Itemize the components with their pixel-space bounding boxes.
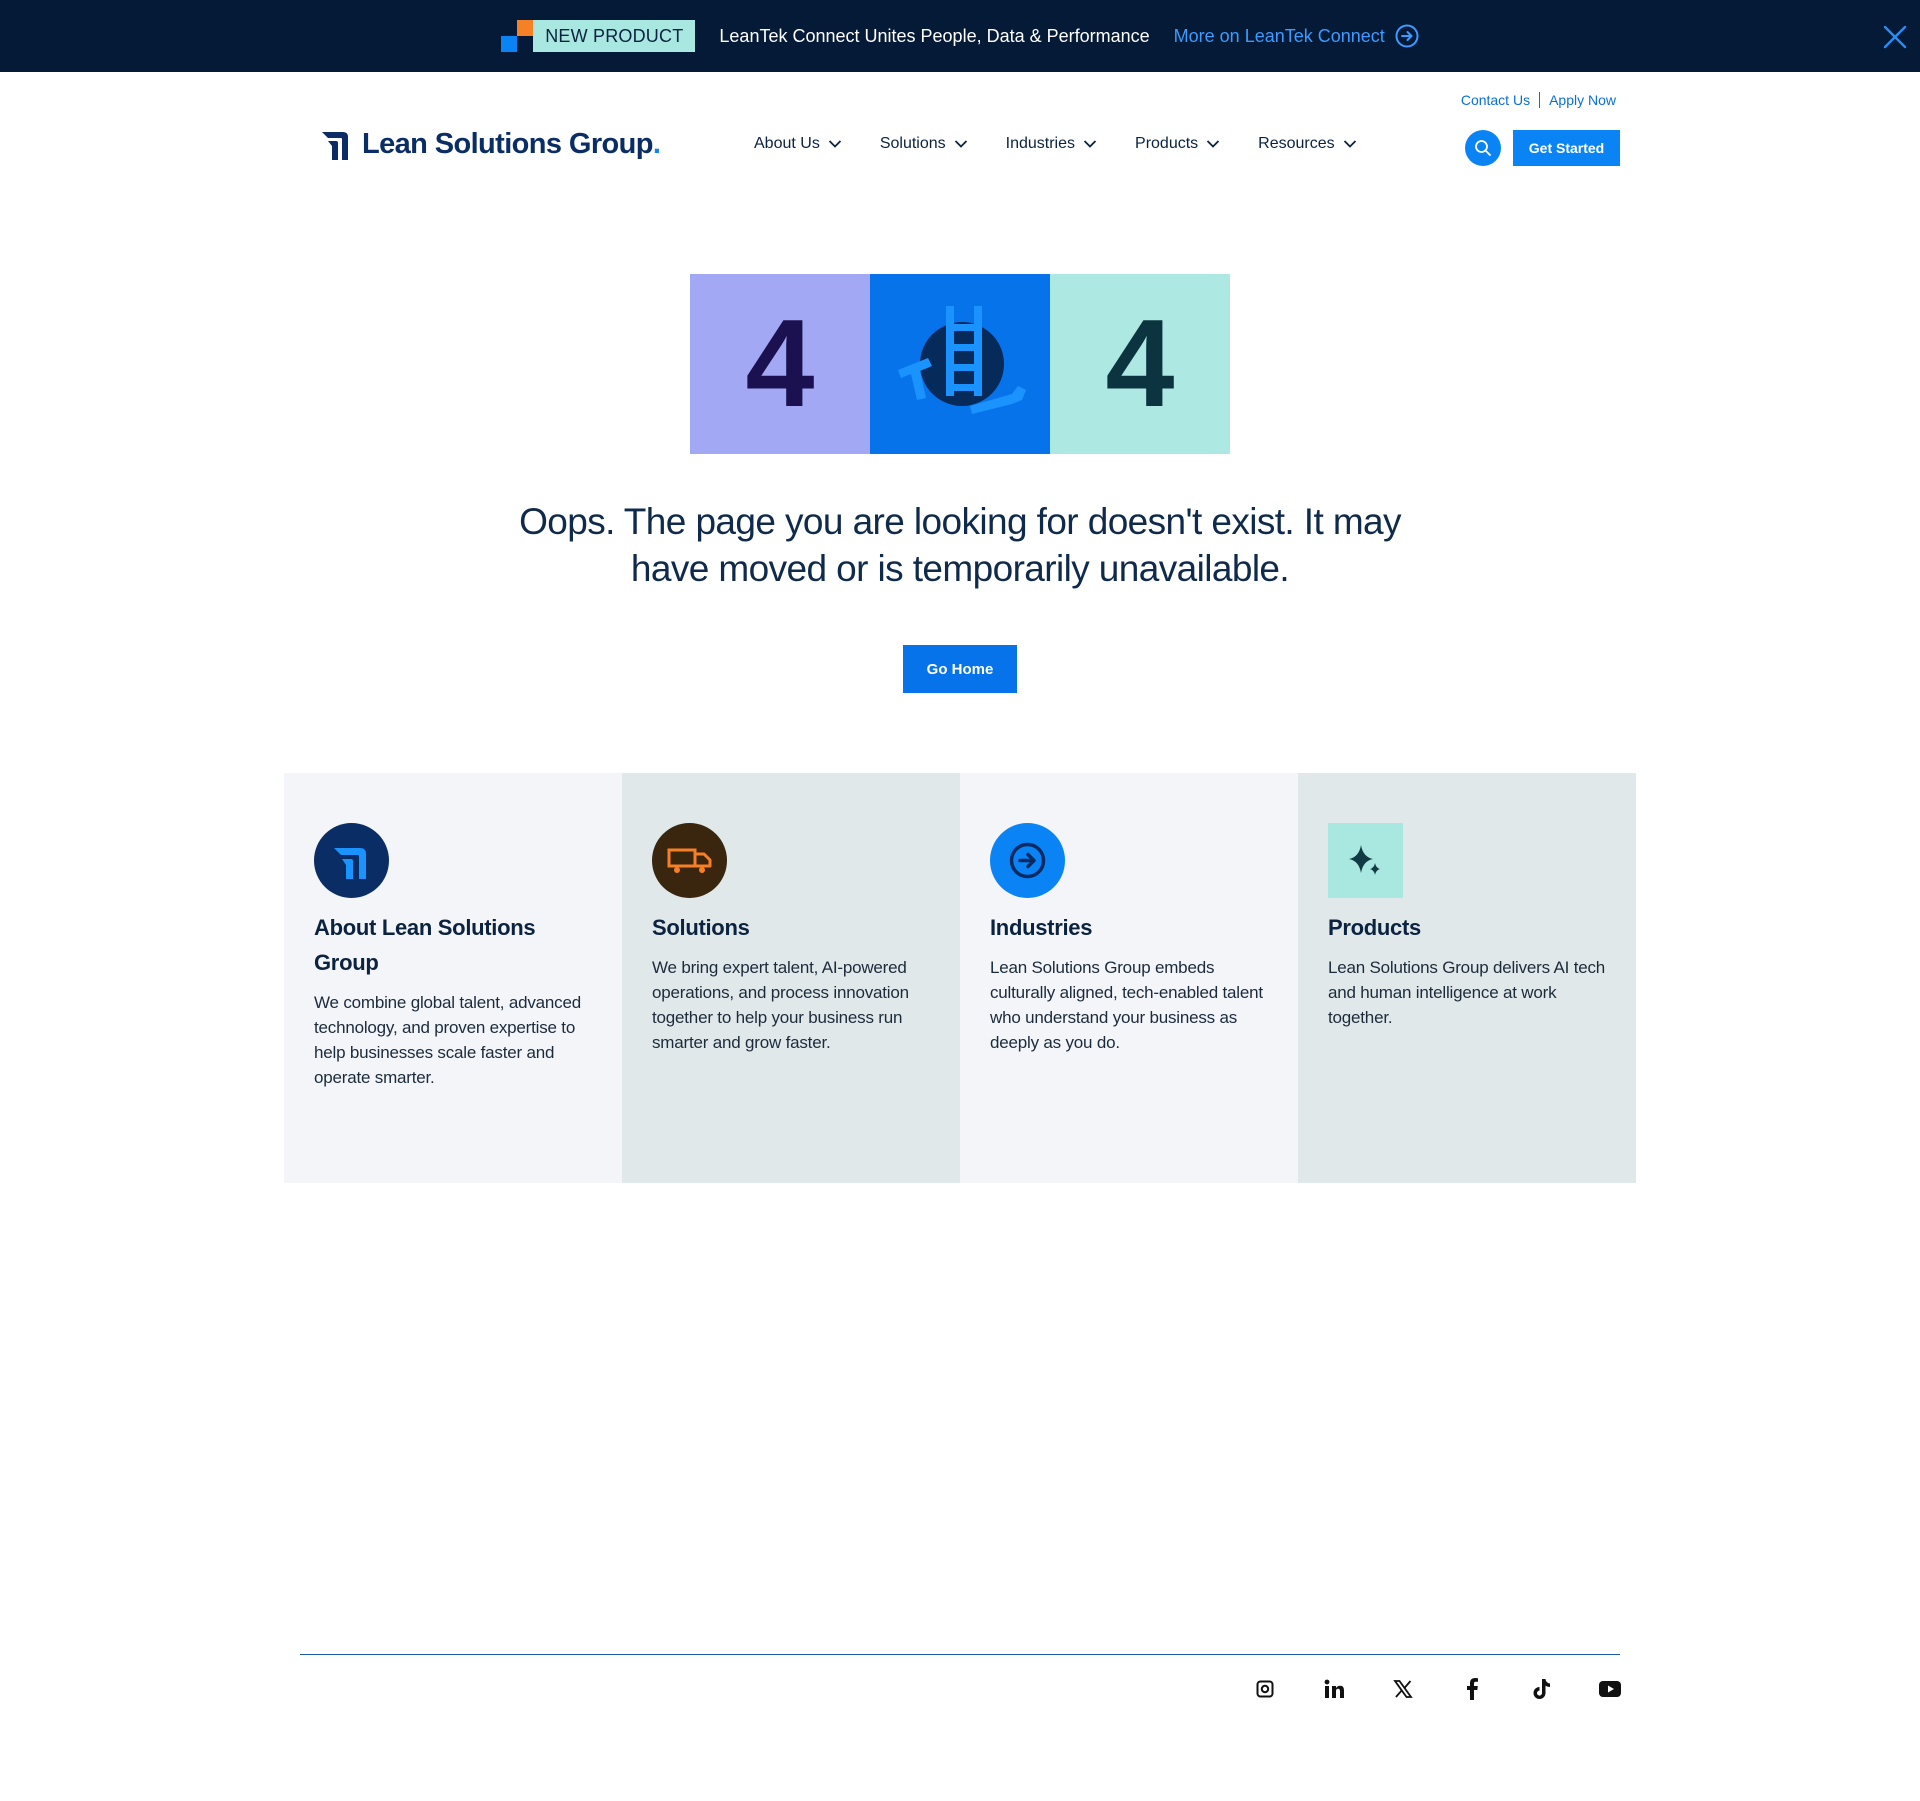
card-title: Solutions <box>652 915 750 940</box>
card-description: We combine global talent, advanced techn… <box>314 993 581 1087</box>
card-solutions[interactable]: Solutions We bring expert talent, AI-pow… <box>622 773 960 1183</box>
card-icon-wrap <box>1328 823 1403 898</box>
youtube-link[interactable] <box>1599 1678 1621 1700</box>
announcement-bar: NEW PRODUCT LeanTek Connect Unites Peopl… <box>0 0 1920 72</box>
nav-item-resources[interactable]: Resources <box>1258 135 1356 153</box>
linkedin-link[interactable] <box>1323 1678 1345 1700</box>
card-description: We bring expert talent, AI-powered opera… <box>652 958 909 1052</box>
announcement-content: NEW PRODUCT LeanTek Connect Unites Peopl… <box>501 20 1419 52</box>
card-icon-wrap <box>314 823 389 898</box>
new-product-badge: NEW PRODUCT <box>533 20 696 52</box>
quick-links-cards: About Lean Solutions Group We combine gl… <box>284 773 1636 1183</box>
get-started-button[interactable]: Get Started <box>1513 130 1620 166</box>
nav-item-about-us[interactable]: About Us <box>754 135 842 153</box>
lsg-logo-icon <box>314 823 389 898</box>
chevron-down-icon <box>954 140 967 148</box>
chevron-down-icon <box>1207 140 1220 148</box>
instagram-icon <box>1256 1680 1274 1698</box>
facebook-link[interactable] <box>1461 1678 1483 1700</box>
nav-label: Products <box>1135 135 1199 152</box>
error-message: Oops. The page you are looking for doesn… <box>519 501 1401 589</box>
card-title: About Lean Solutions Group <box>314 915 536 975</box>
card-title: Products <box>1328 915 1421 940</box>
card-icon-wrap <box>652 823 727 898</box>
announcement-link-label: More on LeanTek Connect <box>1173 25 1385 46</box>
sparkle-icon <box>1328 823 1403 898</box>
new-product-squares-icon <box>501 20 534 52</box>
close-icon[interactable] <box>1882 24 1908 50</box>
logo-name: Lean Solutions Group <box>362 128 653 160</box>
instagram-link[interactable] <box>1254 1678 1276 1700</box>
digit-tile-right: 4 <box>1050 274 1230 454</box>
social-links <box>1254 1678 1621 1700</box>
go-home-button[interactable]: Go Home <box>903 645 1017 693</box>
nav-item-industries[interactable]: Industries <box>1006 135 1097 153</box>
zero-tile <box>870 274 1050 454</box>
chevron-down-icon <box>1343 140 1356 148</box>
site-logo[interactable]: Lean Solutions Group. <box>322 128 661 161</box>
arrow-circle-icon <box>990 823 1065 898</box>
tiktok-icon <box>1533 1679 1550 1699</box>
lsg-logo-icon <box>322 131 348 160</box>
truck-icon <box>652 823 727 898</box>
chevron-down-icon <box>1083 140 1097 148</box>
announcement-link[interactable]: More on LeanTek Connect <box>1174 24 1419 48</box>
chevron-down-icon <box>828 140 841 148</box>
nav-label: Solutions <box>879 135 946 152</box>
card-description: Lean Solutions Group delivers AI tech an… <box>1328 958 1606 1027</box>
utility-divider <box>1539 92 1541 108</box>
hole-ladder-tools-icon <box>898 306 1026 414</box>
card-industries[interactable]: Industries Lean Solutions Group embeds c… <box>960 773 1298 1183</box>
x-link[interactable] <box>1392 1678 1414 1700</box>
card-icon-wrap <box>990 823 1065 898</box>
nav-item-solutions[interactable]: Solutions <box>880 135 968 153</box>
search-button[interactable] <box>1465 130 1501 166</box>
contact-us-link[interactable]: Contact Us <box>1461 92 1530 108</box>
facebook-icon <box>1467 1678 1478 1700</box>
nav-label: Industries <box>1005 135 1076 152</box>
blue-square <box>501 36 518 52</box>
utility-links: Contact Us Apply Now <box>1461 92 1616 108</box>
card-about[interactable]: About Lean Solutions Group We combine gl… <box>284 773 622 1183</box>
nav-item-products[interactable]: Products <box>1135 135 1220 153</box>
linkedin-icon <box>1324 1679 1344 1698</box>
announcement-text: LeanTek Connect Unites People, Data & Pe… <box>719 25 1150 46</box>
digit-tile-left: 4 <box>690 274 870 454</box>
card-description: Lean Solutions Group embeds culturally a… <box>990 958 1263 1052</box>
logo-dot: . <box>652 128 661 160</box>
nav-label: About Us <box>754 135 820 152</box>
apply-now-link[interactable]: Apply Now <box>1549 92 1616 108</box>
nav-label: Resources <box>1258 135 1335 152</box>
tiktok-link[interactable] <box>1530 1678 1552 1700</box>
search-icon <box>1475 140 1491 156</box>
arrow-circle-right-icon <box>1395 24 1419 48</box>
youtube-icon <box>1599 1681 1621 1697</box>
orange-square <box>517 20 534 36</box>
x-icon <box>1393 1680 1413 1698</box>
logo-wordmark: Lean Solutions Group. <box>362 128 661 161</box>
card-title: Industries <box>990 915 1093 940</box>
card-products[interactable]: Products Lean Solutions Group delivers A… <box>1298 773 1636 1183</box>
footer-divider <box>300 1654 1620 1655</box>
error-404-graphic: 4 4 <box>690 274 1230 454</box>
main-nav: About Us Solutions Industries Products R… <box>754 135 1357 153</box>
